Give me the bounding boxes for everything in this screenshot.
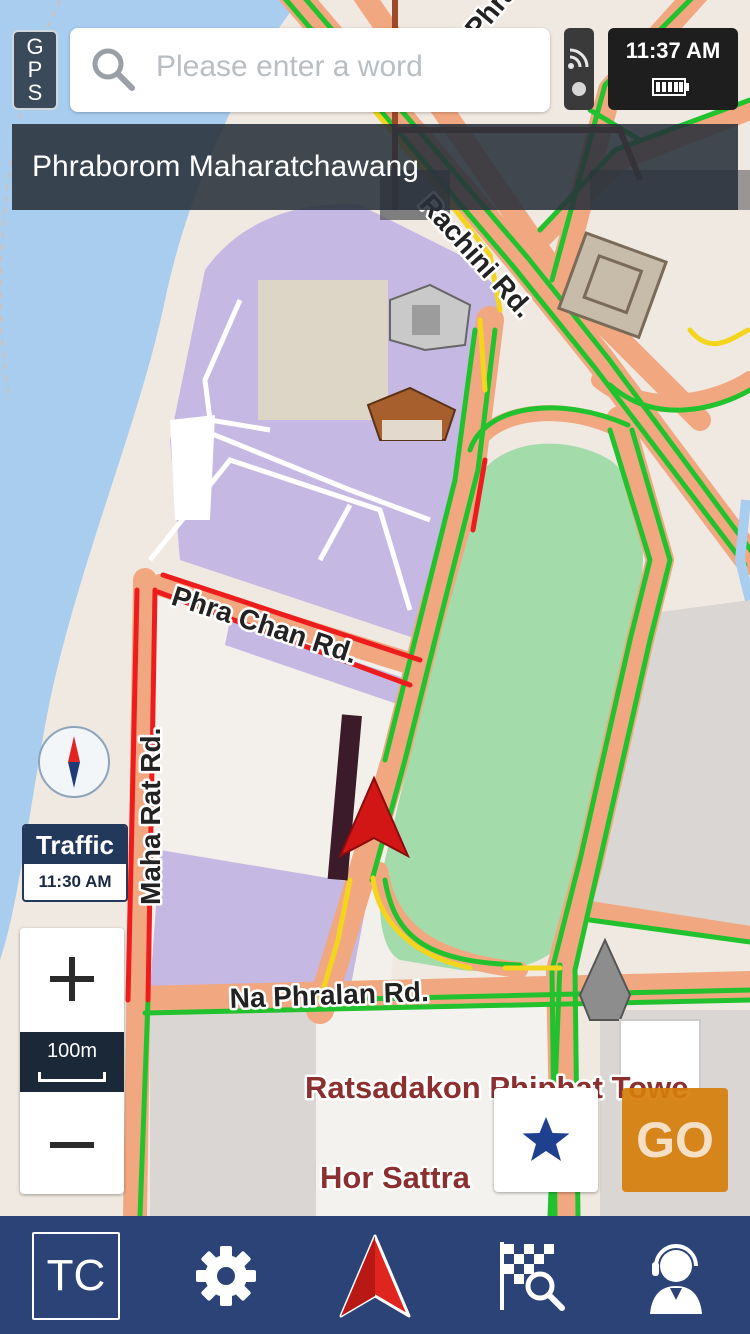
- destination-search-button[interactable]: [490, 1234, 574, 1318]
- gps-letter-s: S: [27, 80, 43, 105]
- current-street-name: Phraborom Maharatchawang: [32, 150, 419, 183]
- gps-status-badge[interactable]: G P S: [12, 30, 58, 110]
- compass-button[interactable]: [38, 726, 110, 798]
- scale-label: 100m: [46, 1040, 98, 1062]
- gps-letter-p: P: [27, 57, 43, 82]
- gps-letter-g: G: [26, 34, 44, 59]
- go-button[interactable]: GO: [622, 1088, 728, 1192]
- signal-status-dot: [572, 82, 586, 96]
- traffic-info-button[interactable]: Traffic 11:30 AM: [22, 824, 128, 902]
- zoom-control: 100m: [20, 928, 124, 1194]
- traffic-update-time: 11:30 AM: [38, 872, 112, 891]
- tc-button[interactable]: TC: [32, 1232, 120, 1320]
- compass-icon: [68, 736, 80, 788]
- road-label-maha-rat: Maha Rat Rd.: [135, 728, 166, 905]
- current-street-banner: Phraborom Maharatchawang: [12, 124, 738, 210]
- support-button[interactable]: [634, 1234, 718, 1318]
- signal-icon: [568, 48, 589, 69]
- clock-time: 11:37 AM: [625, 38, 721, 63]
- search-placeholder: Please enter a word: [156, 50, 423, 83]
- support-agent-icon: [650, 1244, 702, 1314]
- checkered-flag-search-icon: [500, 1242, 565, 1311]
- zoom-out-button[interactable]: [20, 1092, 124, 1194]
- battery-icon: [652, 78, 689, 96]
- navigation-arrow-icon: [339, 1234, 411, 1318]
- scale-bar: [38, 1072, 106, 1082]
- traffic-title: Traffic: [24, 826, 126, 864]
- favorites-button[interactable]: [494, 1088, 598, 1192]
- search-input[interactable]: Please enter a word: [70, 28, 550, 112]
- star-icon: [522, 1117, 570, 1161]
- settings-gear-icon: [196, 1246, 256, 1306]
- poi-label-hor-sattra: Hor Sattra: [320, 1160, 471, 1195]
- settings-button[interactable]: [184, 1234, 268, 1318]
- map-scale: 100m: [20, 1032, 124, 1092]
- zoom-in-button[interactable]: [20, 928, 124, 1032]
- navigation-button[interactable]: [333, 1234, 417, 1318]
- signal-indicator: [564, 28, 594, 110]
- bottom-nav-bar: TC: [0, 1216, 750, 1334]
- status-clock: 11:37 AM: [608, 28, 738, 110]
- search-icon: [92, 48, 135, 91]
- building-white: [170, 415, 215, 520]
- minus-icon: [50, 1142, 94, 1148]
